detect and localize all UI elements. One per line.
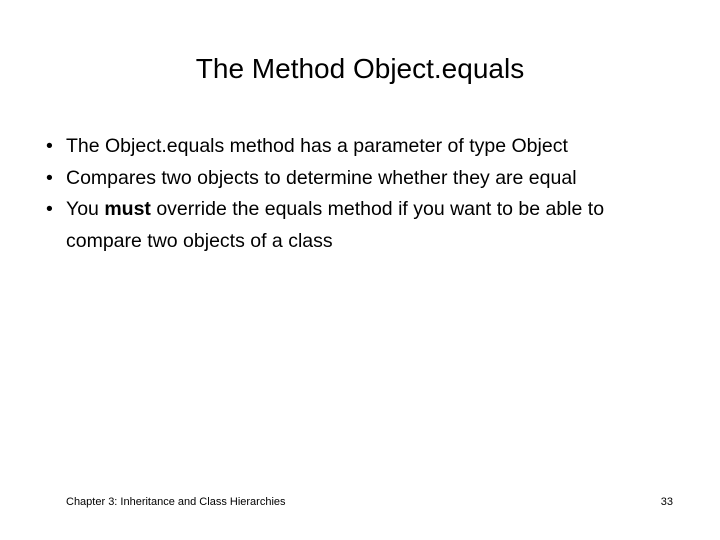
- list-item: • Compares two objects to determine whet…: [46, 163, 670, 195]
- list-item-text-segment: Compares two objects to determine whethe…: [66, 166, 577, 189]
- list-item-text-segment: You: [66, 198, 105, 220]
- list-item-text: The Object.equals method has a parameter…: [66, 131, 670, 163]
- footer-chapter-label: Chapter 3: Inheritance and Class Hierarc…: [66, 496, 286, 508]
- bullet-list: • The Object.equals method has a paramet…: [46, 131, 670, 257]
- slide-footer: Chapter 3: Inheritance and Class Hierarc…: [66, 494, 673, 510]
- list-item: • You must override the equals method if…: [46, 194, 670, 257]
- bullet-point-icon: •: [46, 198, 53, 220]
- list-item: • The Object.equals method has a paramet…: [46, 131, 670, 163]
- list-item-text: Compares two objects to determine whethe…: [66, 163, 670, 195]
- slide-canvas: The Method Object.equals • The Object.eq…: [0, 0, 720, 540]
- bullet-point-icon: •: [46, 166, 53, 189]
- bullet-point-icon: •: [46, 135, 53, 157]
- footer-page-number: 33: [660, 496, 673, 508]
- page-title: The Method Object.equals: [195, 53, 525, 84]
- list-item-text: You must override the equals method if y…: [66, 194, 670, 257]
- list-item-text-emphasis: must: [104, 198, 151, 220]
- list-item-text-segment: The Object.equals method has a parameter…: [66, 135, 568, 157]
